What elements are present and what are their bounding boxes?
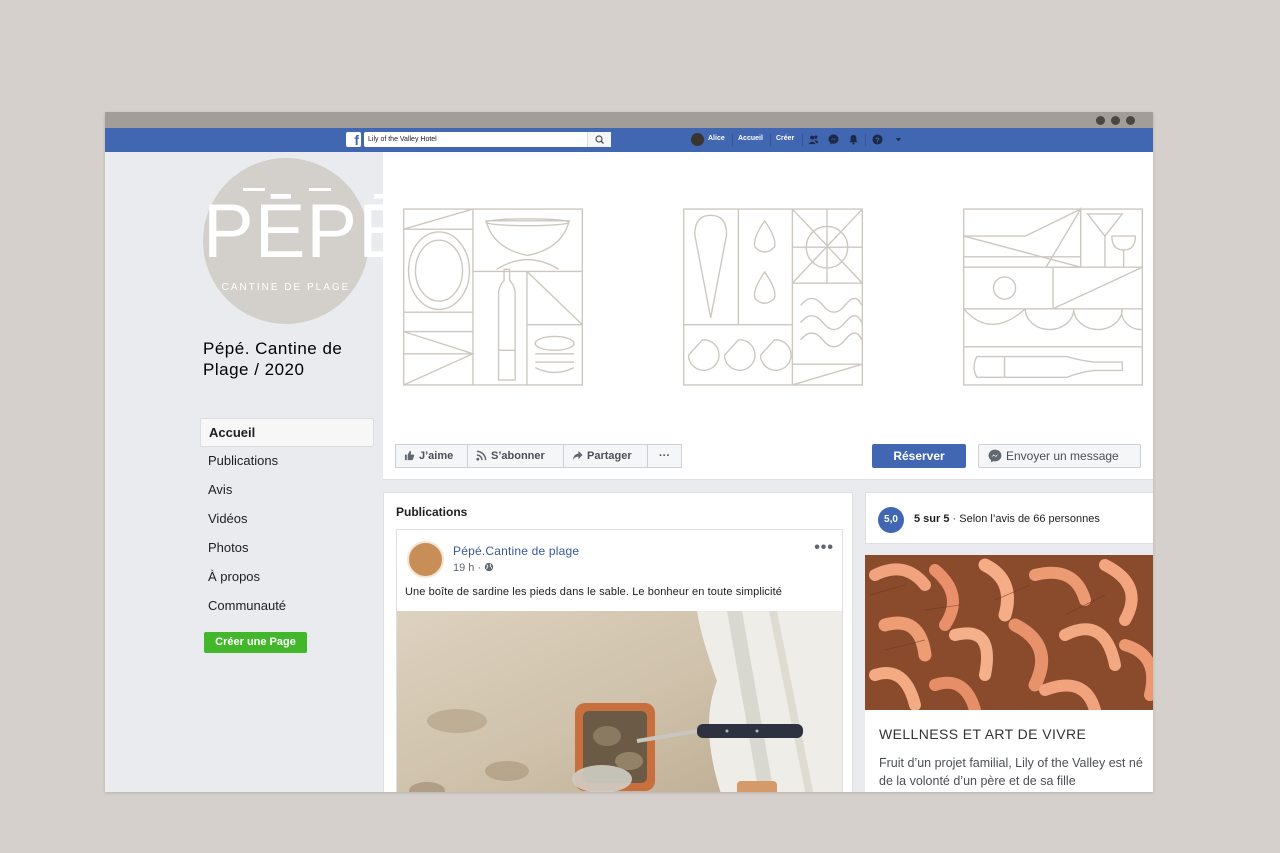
help-icon[interactable]: ? [872,134,883,145]
window-dot[interactable] [1111,116,1120,125]
sidebar-item-communaute[interactable]: Communauté [200,592,374,621]
like-button[interactable]: J’aime [395,444,468,468]
shrimp-photo[interactable] [865,555,1153,710]
logo-subtitle: CANTINE DE PLAGE [221,282,351,293]
post-author-avatar[interactable] [407,541,444,578]
publications-heading: Publications [396,505,468,519]
facebook-logo-icon[interactable]: f [346,132,361,147]
post-author-link[interactable]: Pépé.Cantine de plage [453,544,579,558]
more-options-button[interactable]: ··· [647,444,682,468]
rating-score-badge: 5,0 [878,507,904,533]
rating-rest: · Selon l’avis de 66 personnes [949,513,1100,525]
cover-illustration-tile[interactable] [963,169,1143,425]
bell-icon[interactable] [848,134,859,145]
about-text: Fruit d’un projet familial, Lily of the … [879,756,1143,788]
divider [732,134,733,146]
search-input[interactable]: Lily of the Valley Hotel [364,132,611,147]
post-options-icon[interactable]: ••• [814,539,834,557]
caret-down-icon[interactable] [893,134,904,145]
divider [865,134,866,146]
cover-illustration-tile[interactable] [683,169,863,425]
sidebar-item-avis[interactable]: Avis [200,476,374,505]
logo-text: PĒPĒ [203,189,410,274]
create-link[interactable]: Créer [776,135,794,142]
create-page-button[interactable]: Créer une Page [204,632,307,653]
browser-window: f Lily of the Valley Hotel Alice Accueil… [105,112,1153,792]
home-link[interactable]: Accueil [738,135,763,142]
like-label: J’aime [419,450,454,462]
search-value: Lily of the Valley Hotel [368,136,437,143]
sidebar-item-accueil[interactable]: Accueil [200,418,374,447]
window-dot[interactable] [1096,116,1105,125]
facebook-top-bar: f Lily of the Valley Hotel Alice Accueil… [105,128,1153,152]
globe-icon [485,562,494,572]
sidebar-nav: Accueil Publications Avis Vidéos Photos … [200,418,374,621]
cover-illustration-tile[interactable] [403,169,583,425]
rating-card[interactable]: 5,0 5 sur 5 · Selon l’avis de 66 personn… [865,492,1153,544]
search-icon [595,135,604,144]
rating-bold: 5 sur 5 [914,513,950,525]
sidebar-item-videos[interactable]: Vidéos [200,505,374,534]
page-content: PĒPĒ CANTINE DE PLAGE Pépé. Cantine de P… [105,152,1153,792]
thumbs-up-icon [404,450,415,460]
rss-icon [476,450,487,461]
profile-picture[interactable]: PĒPĒ CANTINE DE PLAGE [203,158,410,324]
about-heading: WELLNESS ET ART DE VIVRE [879,726,1087,742]
follow-label: S’abonner [491,450,545,462]
messenger-icon[interactable] [828,134,839,145]
divider [802,134,803,146]
friends-icon[interactable] [808,134,819,145]
post: Pépé.Cantine de plage 19 h · ••• Une boî… [396,529,843,792]
user-avatar[interactable] [691,133,704,146]
follow-button[interactable]: S’abonner [467,444,564,468]
reserve-button[interactable]: Réserver [872,444,966,468]
messenger-icon [988,449,1002,463]
svg-text:?: ? [875,135,880,144]
post-time-text: 19 h · [453,562,482,574]
sidebar-item-photos[interactable]: Photos [200,534,374,563]
publications-card: Publications Pépé.Cantine de plage 19 h … [383,492,853,792]
share-label: Partager [587,450,632,462]
cover-section: J’aime S’abonner Partager ··· Réserver E… [383,152,1153,480]
send-message-label: Envoyer un message [1006,449,1119,463]
window-dot[interactable] [1126,116,1135,125]
sidebar-item-a-propos[interactable]: À propos [200,563,374,592]
share-button[interactable]: Partager [563,444,648,468]
post-text: Une boîte de sardine les pieds dans le s… [405,586,782,598]
post-timestamp[interactable]: 19 h · [453,562,494,574]
rating-summary: 5 sur 5 · Selon l’avis de 66 personnes [914,513,1100,525]
about-card: WELLNESS ET ART DE VIVRE Fruit d’un proj… [865,710,1153,792]
user-name-link[interactable]: Alice [708,135,725,142]
post-photo[interactable] [397,611,842,792]
sidebar-item-publications[interactable]: Publications [200,447,374,476]
search-button[interactable] [587,132,611,147]
window-chrome [105,112,1153,128]
send-message-button[interactable]: Envoyer un message [978,444,1141,468]
share-arrow-icon [572,450,583,460]
divider [770,134,771,146]
page-name: Pépé. Cantine de Plage / 2020 [203,339,343,379]
